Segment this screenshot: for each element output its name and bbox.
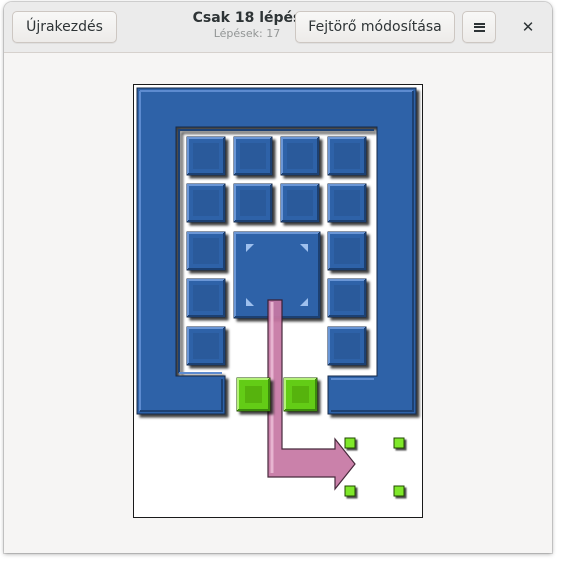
puzzle-block[interactable] xyxy=(186,231,226,271)
restart-button[interactable]: Újrakezdés xyxy=(12,11,117,43)
close-icon: ✕ xyxy=(521,18,535,36)
puzzle-block[interactable] xyxy=(327,278,367,318)
menu-button[interactable] xyxy=(462,11,496,43)
edit-puzzle-button[interactable]: Fejtörő módosítása xyxy=(295,11,455,43)
restart-button-label: Újrakezdés xyxy=(26,19,103,35)
puzzle-block[interactable] xyxy=(186,136,226,176)
game-board[interactable] xyxy=(133,84,423,518)
puzzle-block[interactable] xyxy=(233,183,273,223)
puzzle-block[interactable] xyxy=(186,183,226,223)
puzzle-block[interactable] xyxy=(327,183,367,223)
goal-block[interactable] xyxy=(236,377,271,412)
puzzle-block[interactable] xyxy=(280,183,320,223)
hamburger-menu-icon xyxy=(473,22,485,32)
app-window: Újrakezdés Csak 18 lépés Lépések: 17 Fej… xyxy=(4,2,552,553)
puzzle-block[interactable] xyxy=(233,136,273,176)
puzzle-block[interactable] xyxy=(186,326,226,366)
puzzle-block[interactable] xyxy=(327,326,367,366)
puzzle-block[interactable] xyxy=(327,231,367,271)
goal-block[interactable] xyxy=(283,377,318,412)
edit-puzzle-button-label: Fejtörő módosítása xyxy=(308,19,442,35)
puzzle-block[interactable] xyxy=(327,136,367,176)
header-bar: Újrakezdés Csak 18 lépés Lépések: 17 Fej… xyxy=(4,2,552,53)
close-button[interactable]: ✕ xyxy=(512,11,544,43)
puzzle-block[interactable] xyxy=(280,136,320,176)
puzzle-block[interactable] xyxy=(186,278,226,318)
